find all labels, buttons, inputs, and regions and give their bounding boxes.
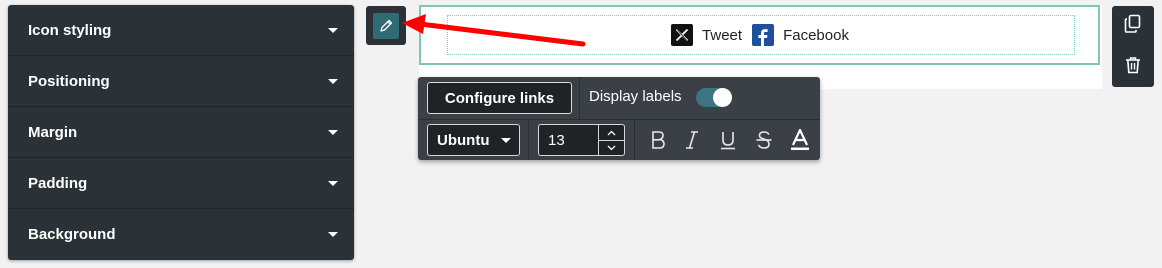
chevron-down-icon (501, 138, 511, 143)
x-logo-icon (671, 24, 694, 46)
chevron-down-icon (328, 78, 338, 84)
chevron-down-icon (328, 232, 338, 237)
facebook-logo-icon (752, 24, 775, 46)
facebook-label: Facebook (783, 26, 849, 44)
duplicate-icon[interactable] (1124, 14, 1142, 39)
text-color-icon[interactable] (788, 127, 812, 153)
increment-button[interactable] (599, 125, 624, 140)
accordion-icon-styling[interactable]: Icon styling (8, 5, 354, 56)
accordion-label: Padding (28, 174, 88, 192)
stepper-controls (598, 125, 624, 155)
toggle-knob (713, 88, 732, 107)
style-settings-panel: Icon styling Positioning Margin Padding … (8, 5, 354, 260)
tweet-button[interactable]: Tweet (671, 24, 742, 46)
chevron-down-icon (328, 180, 338, 186)
underline-icon[interactable] (716, 127, 740, 153)
bold-icon[interactable] (646, 127, 670, 153)
divider (579, 77, 580, 119)
accordion-margin[interactable]: Margin (8, 107, 354, 158)
element-tools (1112, 6, 1154, 87)
font-family-value: Ubuntu (437, 131, 490, 149)
divider (418, 119, 820, 120)
accordion-background[interactable]: Background (8, 209, 354, 260)
chevron-down-icon (328, 27, 338, 33)
font-size-stepper[interactable] (538, 124, 625, 156)
chevron-down-icon (328, 129, 338, 135)
display-labels-label: Display labels (589, 88, 682, 105)
accordion-positioning[interactable]: Positioning (8, 56, 354, 107)
accordion-padding[interactable]: Padding (8, 158, 354, 209)
strikethrough-icon[interactable] (752, 127, 776, 153)
font-family-select[interactable]: Ubuntu (427, 124, 520, 156)
configure-links-button[interactable]: Configure links (427, 82, 572, 114)
decrement-button[interactable] (599, 140, 624, 155)
chevron-up-icon (607, 130, 616, 135)
tweet-label: Tweet (702, 26, 743, 44)
display-labels-toggle[interactable] (696, 88, 732, 107)
divider (528, 120, 529, 160)
trash-icon[interactable] (1125, 56, 1141, 79)
divider (634, 120, 635, 160)
chevron-down-icon (607, 145, 616, 151)
accordion-label: Background (28, 226, 116, 243)
accordion-label: Margin (28, 123, 78, 141)
facebook-button[interactable]: Facebook (752, 24, 849, 46)
annotation-arrow (402, 14, 586, 47)
pencil-icon (373, 12, 399, 39)
accordion-label: Positioning (28, 72, 110, 90)
text-toolbar: Configure links Display labels Ubuntu (418, 77, 820, 160)
italic-icon[interactable] (680, 127, 704, 153)
font-size-input[interactable] (539, 125, 599, 155)
accordion-label: Icon styling (28, 21, 112, 39)
